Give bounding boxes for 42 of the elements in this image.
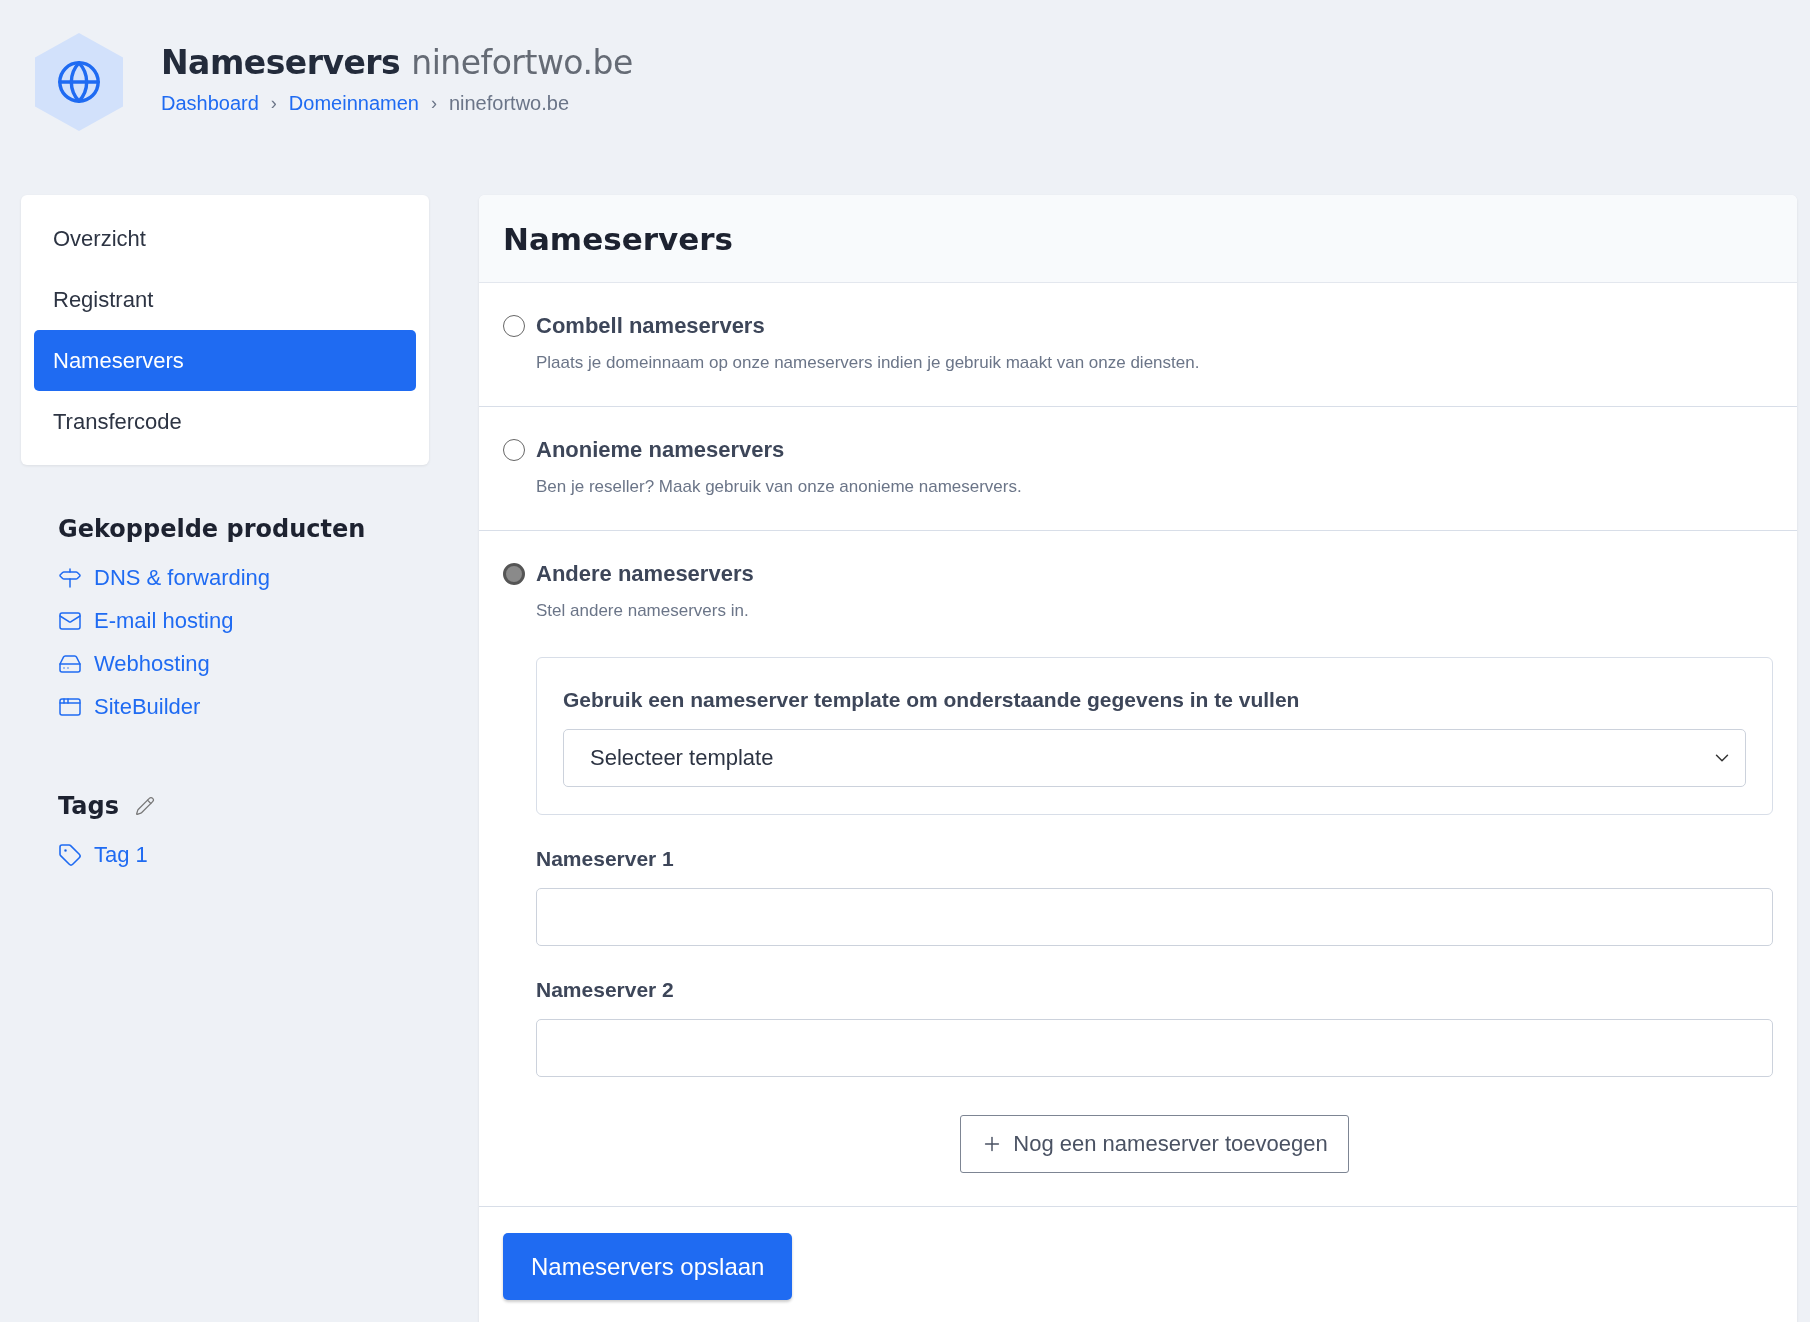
option-title: Combell nameservers	[536, 313, 765, 339]
product-link[interactable]: E-mail hosting	[94, 608, 234, 634]
sidebar-item[interactable]: Overzicht	[34, 208, 416, 269]
sidebar-item[interactable]: Registrant	[34, 269, 416, 330]
radio-button[interactable]	[503, 563, 525, 585]
option-title: Anonieme nameservers	[536, 437, 785, 463]
section-title: Tags	[58, 792, 119, 820]
radio-button[interactable]	[503, 315, 525, 337]
option-title: Andere nameservers	[536, 561, 754, 587]
field-label: Nameserver 2	[536, 978, 675, 1002]
tag-link[interactable]: Tag 1	[94, 842, 148, 868]
product-link[interactable]: DNS & forwarding	[94, 565, 271, 591]
add-nameserver-button[interactable]: Nog een nameserver toevoegen	[960, 1115, 1349, 1173]
field-label: Gebruik een nameserver template om onderstaande gegevens in te vullen	[563, 688, 1301, 712]
product-link[interactable]: SiteBuilder	[94, 694, 201, 720]
breadcrumb-separator: ›	[430, 93, 437, 114]
breadcrumb-link[interactable]: Domeinnamen	[288, 92, 419, 115]
drive-icon	[58, 652, 82, 676]
tag-icon	[58, 843, 82, 867]
browser-window-icon	[58, 695, 82, 719]
edit-icon[interactable]	[134, 796, 155, 816]
sidebar-item[interactable]: Transfercode	[34, 391, 416, 452]
breadcrumb-separator: ›	[270, 93, 277, 114]
page-title: Nameservers ninefortwo.be	[161, 43, 633, 82]
template-select[interactable]: Selecteer template	[563, 729, 1746, 787]
sidebar-item[interactable]: Nameservers	[34, 330, 416, 391]
input-field[interactable]	[536, 888, 1773, 946]
breadcrumb-link[interactable]: Dashboard	[161, 92, 259, 115]
section-title: Gekoppelde producten	[58, 515, 367, 543]
product-link[interactable]: Webhosting	[94, 651, 210, 677]
signpost-icon	[58, 566, 82, 590]
radio-button[interactable]	[503, 439, 525, 461]
option-description: Stel andere nameservers in.	[536, 601, 750, 621]
envelope-icon	[58, 609, 82, 633]
panel-title: Nameservers	[503, 220, 733, 257]
option-description: Ben je reseller? Maak gebruik van onze anonieme nameservers.	[536, 477, 1023, 497]
field-label: Nameserver 1	[536, 847, 675, 871]
breadcrumb-text: ninefortwo.be	[448, 92, 569, 115]
option-description: Plaats je domeinnaam op onze nameservers indien je gebruik maakt van onze diensten.	[536, 353, 1201, 373]
globe-icon	[56, 59, 102, 105]
input-field[interactable]	[536, 1019, 1773, 1077]
save-button[interactable]: Nameservers opslaan	[503, 1233, 793, 1300]
